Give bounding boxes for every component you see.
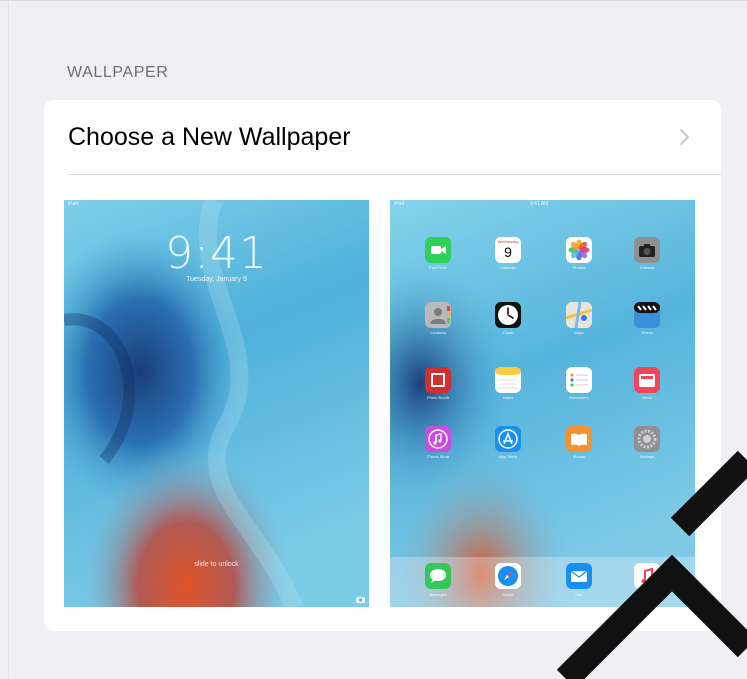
photo-booth-icon[interactable] [425, 367, 451, 393]
app-label: News [641, 395, 652, 400]
reminders-icon[interactable] [566, 367, 592, 393]
app-label: Settings [639, 454, 655, 459]
app-label: Music [641, 592, 653, 597]
app-label: Photos [572, 265, 586, 270]
choose-wallpaper-row[interactable]: Choose a New Wallpaper [44, 100, 721, 174]
notes-icon[interactable] [495, 367, 521, 393]
section-header: WALLPAPER [67, 64, 169, 81]
lock-unlock-hint: slide to unlock [194, 561, 239, 568]
facetime-icon[interactable] [425, 237, 451, 263]
app-label: Videos [640, 330, 654, 335]
lock-clock: 9:41 [165, 228, 268, 279]
maps-icon[interactable] [566, 302, 592, 328]
lock-screen-preview[interactable]: iPad 9:41 Tuesday, January 9 slide to un… [64, 200, 369, 607]
wallpaper-card: Choose a New Wallpaper iPad 9:41 Tuesday… [44, 100, 721, 631]
top-divider [0, 0, 747, 1]
choose-wallpaper-label: Choose a New Wallpaper [68, 123, 351, 151]
videos-icon[interactable] [634, 302, 660, 328]
home-status-time: 9:41 AM [530, 201, 549, 207]
app-label: Safari [502, 592, 514, 597]
app-label: App Store [499, 454, 517, 459]
home-status-carrier: iPad [394, 201, 405, 207]
app-label: Photo Booth [426, 395, 450, 400]
app-label: Mail [575, 592, 583, 597]
calendar-date: 9 [504, 244, 512, 260]
ibooks-icon[interactable] [566, 426, 592, 452]
photos-icon[interactable] [566, 237, 592, 263]
app-label: Contacts [430, 330, 446, 335]
left-divider [8, 0, 9, 679]
app-label: Notes [502, 395, 514, 400]
app-store-icon[interactable] [495, 426, 521, 452]
music-icon[interactable] [634, 563, 660, 589]
camera-app-icon[interactable] [634, 237, 660, 263]
app-label: Camera [639, 265, 655, 270]
app-label: Maps [574, 330, 584, 335]
lock-date: Tuesday, January 9 [186, 276, 247, 283]
lock-status-carrier: iPad [68, 201, 79, 207]
mail-icon[interactable] [566, 563, 592, 589]
app-label: Reminders [569, 395, 589, 400]
app-label: iTunes Store [426, 454, 450, 459]
camera-icon [356, 597, 365, 603]
calendar-icon[interactable]: Wednesday 9 [495, 237, 521, 263]
settings-icon[interactable] [634, 426, 660, 452]
row-separator [68, 174, 721, 175]
clock-icon[interactable] [495, 302, 521, 328]
home-screen-preview[interactable]: iPad 9:41 AM FaceTime Wednesday 9 Calend… [390, 200, 695, 607]
itunes-store-icon[interactable] [425, 426, 451, 452]
contacts-icon[interactable] [425, 302, 451, 328]
app-label: Calendar [499, 265, 517, 270]
messages-icon[interactable] [425, 563, 451, 589]
news-icon[interactable] [634, 367, 660, 393]
app-label: iBooks [572, 454, 585, 459]
app-label: Clock [502, 330, 513, 335]
chevron-right-icon [680, 129, 689, 145]
app-label: Messages [428, 592, 448, 597]
safari-icon[interactable] [495, 563, 521, 589]
app-label: FaceTime [429, 265, 447, 270]
